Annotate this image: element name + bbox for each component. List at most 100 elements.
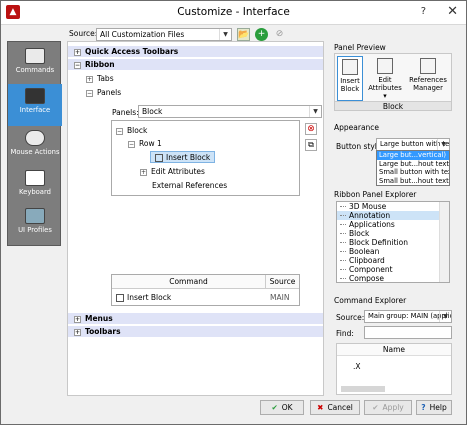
nav-label: Interface: [19, 106, 51, 114]
delete-icon[interactable]: ⊗: [305, 123, 317, 135]
panel-node-insert-block[interactable]: Insert Block: [150, 151, 216, 163]
dropdown-option[interactable]: Large but...hout text: [377, 160, 449, 169]
nav-interface[interactable]: Interface: [8, 84, 62, 126]
apply-button[interactable]: ✔ Apply: [364, 400, 412, 415]
tree-node-toolbars[interactable]: + Toolbars: [68, 326, 323, 337]
ok-button[interactable]: ✔ OK: [260, 400, 304, 415]
list-item[interactable]: Applications: [337, 220, 449, 229]
dropdown-option[interactable]: Large but...vertical): [377, 151, 449, 160]
list-item[interactable]: Block: [337, 229, 449, 238]
dropdown-option[interactable]: Small but...hout text: [377, 177, 449, 186]
panel-node-label: External References: [152, 181, 228, 190]
command-source-select[interactable]: Main group: MAIN (applic ▼: [364, 310, 452, 323]
list-item[interactable]: Compose: [337, 274, 449, 282]
profiles-icon: [25, 208, 45, 224]
tree-node-label: Tabs: [97, 74, 114, 83]
panel-node-row[interactable]: − Row 1: [128, 138, 162, 150]
insert-block-icon: [116, 294, 124, 302]
tree-node-quick-access[interactable]: + Quick Access Toolbars: [68, 46, 323, 57]
panel-node-label: Insert Block: [166, 153, 211, 162]
open-file-icon[interactable]: 📂: [237, 28, 250, 41]
tree-node-menus[interactable]: + Menus: [68, 313, 323, 324]
cancel-button[interactable]: ✖ Cancel: [310, 400, 360, 415]
list-item[interactable]: 3D Mouse: [337, 202, 449, 211]
source-value: All Customization Files: [100, 30, 185, 39]
panel-preview-title: Panel Preview: [334, 43, 386, 52]
expand-icon[interactable]: +: [74, 315, 81, 323]
add-icon[interactable]: +: [255, 28, 268, 41]
find-input[interactable]: [364, 326, 452, 339]
tree-node-label: Menus: [85, 314, 113, 323]
button-label: Insert Block: [340, 77, 360, 93]
button-label: OK: [281, 403, 293, 412]
collapse-icon[interactable]: −: [116, 127, 123, 135]
panel-node-external-references[interactable]: External References: [152, 180, 227, 192]
panel-node-edit-attributes[interactable]: + Edit Attributes: [140, 166, 205, 178]
tree-node-ribbon[interactable]: − Ribbon: [68, 59, 323, 70]
collapse-icon[interactable]: −: [128, 140, 135, 148]
tree-node-tabs[interactable]: + Tabs: [68, 73, 323, 84]
nav-label: Commands: [15, 66, 55, 74]
vertical-scrollbar[interactable]: [439, 202, 449, 282]
panel-node-label: Row 1: [139, 139, 162, 148]
list-item[interactable]: Annotation: [337, 211, 449, 220]
preview-edit-attributes-button[interactable]: Edit Attributes ▾: [367, 56, 403, 101]
tree-node-label: Toolbars: [85, 327, 121, 336]
table-row[interactable]: Insert Block: [116, 293, 171, 302]
chevron-down-icon: ▼: [309, 106, 321, 117]
expand-icon[interactable]: +: [86, 75, 93, 83]
nav-ui-profiles[interactable]: UI Profiles: [8, 204, 62, 246]
tree-node-panels[interactable]: − Panels: [68, 87, 323, 98]
expand-icon[interactable]: +: [74, 328, 81, 336]
tree-node-label: Panels: [97, 88, 122, 97]
copy-icon[interactable]: ⧉: [305, 139, 317, 151]
command-source-label: Source:: [336, 313, 365, 322]
title-bar: ▲ Customize - Interface ? ✕: [1, 1, 466, 25]
command-row[interactable]: .X: [353, 362, 361, 371]
collapse-icon[interactable]: −: [74, 61, 81, 69]
insert-block-icon: [155, 154, 163, 162]
preview-insert-block-button[interactable]: Insert Block: [337, 56, 363, 101]
dropdown-option[interactable]: Small button with text: [377, 168, 449, 177]
nav-mouse-actions[interactable]: Mouse Actions: [8, 126, 62, 168]
collapse-icon[interactable]: −: [86, 89, 93, 97]
tree-node-label: Quick Access Toolbars: [85, 47, 179, 56]
commands-icon: [25, 48, 45, 64]
list-item[interactable]: Component: [337, 265, 449, 274]
nav-keyboard[interactable]: Keyboard: [8, 166, 62, 208]
list-item[interactable]: Block Definition: [337, 238, 449, 247]
help-button[interactable]: ? Help: [416, 400, 452, 415]
chevron-down-icon: ▼: [219, 29, 231, 40]
expand-icon[interactable]: +: [140, 168, 147, 176]
panels-label: Panels:: [112, 108, 139, 117]
expand-icon[interactable]: +: [74, 48, 81, 56]
references-manager-icon: [420, 58, 436, 74]
command-list: Name .X: [336, 343, 452, 395]
panel-node-block[interactable]: − Block: [116, 125, 147, 137]
panels-select[interactable]: Block ▼: [138, 105, 322, 118]
list-item[interactable]: Boolean: [337, 247, 449, 256]
help-icon: ?: [421, 403, 426, 412]
list-item[interactable]: Clipboard: [337, 256, 449, 265]
tree-node-label: Ribbon: [85, 60, 115, 69]
panel-structure-tree: − Block − Row 1 Insert Block + Edit Attribu…: [111, 120, 300, 196]
panel-node-label: Block: [127, 126, 148, 135]
preview-references-manager-button[interactable]: References Manager: [407, 56, 449, 101]
edit-attributes-icon: [377, 58, 393, 74]
check-icon: ✔: [271, 403, 278, 412]
close-icon[interactable]: ✕: [447, 4, 458, 19]
nav-commands[interactable]: Commands: [8, 44, 62, 86]
monitor-icon: [25, 88, 45, 104]
remove-icon[interactable]: ⊘: [273, 28, 286, 41]
column-header-name: Name: [337, 344, 451, 356]
column-header-command: Command: [112, 275, 265, 289]
mouse-icon: [25, 130, 45, 146]
check-icon: ✔: [372, 403, 379, 412]
help-icon[interactable]: ?: [421, 6, 426, 17]
panel-group-label: Block: [335, 101, 451, 111]
customize-window: ▲ Customize - Interface ? ✕ Source: All …: [0, 0, 467, 425]
button-style-dropdown: Large but...vertical) Large but...hout t…: [376, 150, 450, 186]
nav-label: Mouse Actions: [10, 148, 60, 156]
horizontal-scrollbar[interactable]: [341, 386, 385, 392]
source-select[interactable]: All Customization Files ▼: [96, 28, 232, 41]
